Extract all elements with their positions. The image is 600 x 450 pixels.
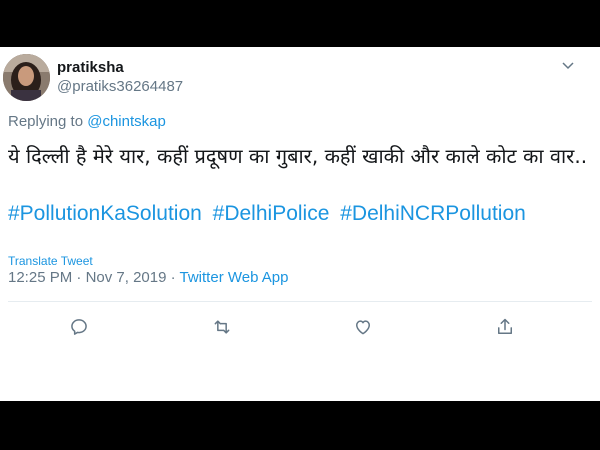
tweet-date[interactable]: Nov 7, 2019 [86,269,167,286]
like-button[interactable] [351,315,375,339]
retweet-icon [214,320,230,334]
replying-to: Replying to @chintskap [8,113,166,130]
share-button[interactable] [493,315,517,339]
reply-icon [71,319,87,335]
author-handle[interactable]: @pratiks36264487 [57,78,183,95]
hashtags: #PollutionKaSolution #DelhiPolice #Delhi… [8,202,531,226]
divider [8,301,592,302]
hashtag-link[interactable]: #DelhiPolice [213,202,330,225]
replying-prefix: Replying to [8,113,88,130]
avatar[interactable] [3,54,50,101]
tweet-card: pratiksha @pratiks36264487 Replying to @… [0,47,600,401]
retweet-button[interactable] [210,315,234,339]
share-icon [498,318,512,334]
replying-to-link[interactable]: @chintskap [87,113,166,130]
hashtag-link[interactable]: #PollutionKaSolution [8,202,202,225]
chevron-down-icon[interactable] [560,57,576,73]
meta-separator: · [166,269,180,286]
tweet-text: ये दिल्ली है मेरे यार, कहीं प्रदूषण का ग… [8,144,588,168]
tweet-time[interactable]: 12:25 PM [8,269,72,286]
meta-separator: · [72,269,86,286]
like-icon [356,320,370,335]
tweet-meta: 12:25 PM · Nov 7, 2019 · Twitter Web App [8,269,288,286]
hashtag-link[interactable]: #DelhiNCRPollution [340,202,526,225]
reply-button[interactable] [67,315,91,339]
source-app-link[interactable]: Twitter Web App [180,269,289,286]
author-name[interactable]: pratiksha [57,59,124,76]
translate-tweet-link[interactable]: Translate Tweet [8,254,93,268]
